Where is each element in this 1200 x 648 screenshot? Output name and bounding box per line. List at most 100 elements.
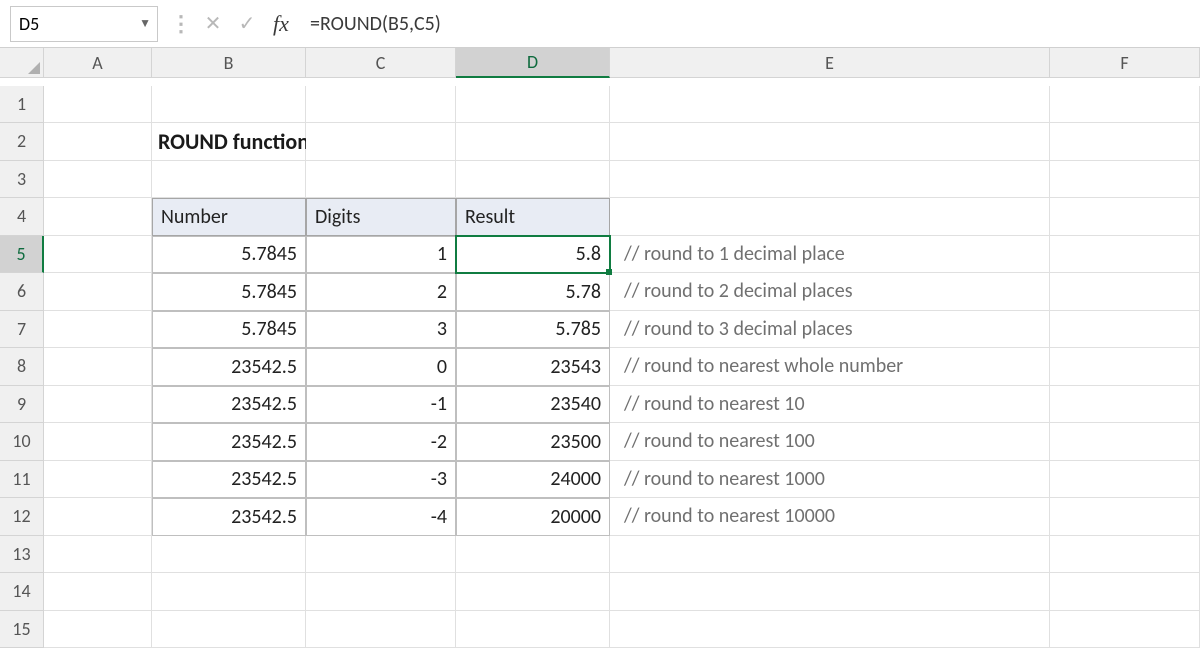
- cell-c5[interactable]: 1: [306, 236, 456, 274]
- cell-f6[interactable]: [1050, 273, 1200, 311]
- cell-f5[interactable]: [1050, 236, 1200, 274]
- chevron-down-icon[interactable]: ▼: [139, 16, 151, 31]
- spreadsheet-grid[interactable]: A B C D E F 1 2 ROUND function 3 4 Numbe…: [0, 48, 1200, 648]
- table-header-number[interactable]: Number: [152, 198, 306, 236]
- cell-a7[interactable]: [44, 311, 152, 349]
- cell-a12[interactable]: [44, 498, 152, 536]
- cell-c6[interactable]: 2: [306, 273, 456, 311]
- col-header-a[interactable]: A: [44, 48, 152, 78]
- cell-b1[interactable]: [152, 86, 306, 124]
- accept-icon[interactable]: ✓: [230, 11, 264, 36]
- row-header-1[interactable]: 1: [0, 86, 44, 124]
- col-header-b[interactable]: B: [152, 48, 306, 78]
- cell-d14[interactable]: [456, 573, 610, 611]
- cell-c15[interactable]: [306, 611, 456, 648]
- cell-e9[interactable]: // round to nearest 10: [610, 386, 1050, 424]
- cell-b7[interactable]: 5.7845: [152, 311, 306, 349]
- cell-a6[interactable]: [44, 273, 152, 311]
- cell-c13[interactable]: [306, 536, 456, 574]
- cell-e4[interactable]: [610, 198, 1050, 236]
- row-header-5[interactable]: 5: [0, 236, 44, 274]
- cell-f7[interactable]: [1050, 311, 1200, 349]
- cell-e13[interactable]: [610, 536, 1050, 574]
- cell-e1[interactable]: [610, 86, 1050, 124]
- cell-a4[interactable]: [44, 198, 152, 236]
- cell-e3[interactable]: [610, 161, 1050, 199]
- cell-c12[interactable]: -4: [306, 498, 456, 536]
- cell-e8[interactable]: // round to nearest whole number: [610, 348, 1050, 386]
- cancel-icon[interactable]: ✕: [196, 11, 230, 36]
- cell-d13[interactable]: [456, 536, 610, 574]
- cell-a10[interactable]: [44, 423, 152, 461]
- cell-e15[interactable]: [610, 611, 1050, 648]
- table-header-digits[interactable]: Digits: [306, 198, 456, 236]
- cell-b15[interactable]: [152, 611, 306, 648]
- row-header-12[interactable]: 12: [0, 498, 44, 536]
- cell-d2[interactable]: [456, 123, 610, 161]
- row-header-9[interactable]: 9: [0, 386, 44, 424]
- col-header-f[interactable]: F: [1050, 48, 1200, 78]
- cell-f3[interactable]: [1050, 161, 1200, 199]
- row-header-15[interactable]: 15: [0, 611, 44, 648]
- cell-d11[interactable]: 24000: [456, 461, 610, 499]
- cell-e7[interactable]: // round to 3 decimal places: [610, 311, 1050, 349]
- row-header-8[interactable]: 8: [0, 348, 44, 386]
- cell-b14[interactable]: [152, 573, 306, 611]
- cell-f1[interactable]: [1050, 86, 1200, 124]
- cell-f12[interactable]: [1050, 498, 1200, 536]
- cell-a15[interactable]: [44, 611, 152, 648]
- cell-c10[interactable]: -2: [306, 423, 456, 461]
- cell-b3[interactable]: [152, 161, 306, 199]
- cell-d15[interactable]: [456, 611, 610, 648]
- row-header-4[interactable]: 4: [0, 198, 44, 236]
- cell-b13[interactable]: [152, 536, 306, 574]
- cell-b11[interactable]: 23542.5: [152, 461, 306, 499]
- cell-c14[interactable]: [306, 573, 456, 611]
- cell-c7[interactable]: 3: [306, 311, 456, 349]
- cell-c3[interactable]: [306, 161, 456, 199]
- row-header-6[interactable]: 6: [0, 273, 44, 311]
- cell-b2-title[interactable]: ROUND function: [152, 123, 306, 161]
- cell-b6[interactable]: 5.7845: [152, 273, 306, 311]
- cell-e5[interactable]: // round to 1 decimal place: [610, 236, 1050, 274]
- cell-d5[interactable]: 5.8: [456, 236, 610, 274]
- cell-e12[interactable]: // round to nearest 10000: [610, 498, 1050, 536]
- cell-d9[interactable]: 23540: [456, 386, 610, 424]
- cell-a8[interactable]: [44, 348, 152, 386]
- cell-c8[interactable]: 0: [306, 348, 456, 386]
- row-header-11[interactable]: 11: [0, 461, 44, 499]
- col-header-c[interactable]: C: [306, 48, 456, 78]
- formula-input[interactable]: [298, 12, 1200, 36]
- cell-f10[interactable]: [1050, 423, 1200, 461]
- cell-c11[interactable]: -3: [306, 461, 456, 499]
- row-header-7[interactable]: 7: [0, 311, 44, 349]
- cell-b8[interactable]: 23542.5: [152, 348, 306, 386]
- row-header-10[interactable]: 10: [0, 423, 44, 461]
- row-header-2[interactable]: 2: [0, 123, 44, 161]
- cell-b10[interactable]: 23542.5: [152, 423, 306, 461]
- cell-c9[interactable]: -1: [306, 386, 456, 424]
- cell-e6[interactable]: // round to 2 decimal places: [610, 273, 1050, 311]
- row-header-13[interactable]: 13: [0, 536, 44, 574]
- cell-b12[interactable]: 23542.5: [152, 498, 306, 536]
- col-header-d[interactable]: D: [456, 48, 610, 78]
- cell-c2[interactable]: [306, 123, 456, 161]
- row-header-14[interactable]: 14: [0, 573, 44, 611]
- cell-b5[interactable]: 5.7845: [152, 236, 306, 274]
- cell-d12[interactable]: 20000: [456, 498, 610, 536]
- cell-f14[interactable]: [1050, 573, 1200, 611]
- cell-f11[interactable]: [1050, 461, 1200, 499]
- cell-a5[interactable]: [44, 236, 152, 274]
- col-header-e[interactable]: E: [610, 48, 1050, 78]
- cell-f2[interactable]: [1050, 123, 1200, 161]
- cell-a1[interactable]: [44, 86, 152, 124]
- cell-b9[interactable]: 23542.5: [152, 386, 306, 424]
- cell-e14[interactable]: [610, 573, 1050, 611]
- cell-a11[interactable]: [44, 461, 152, 499]
- select-all-corner[interactable]: [0, 48, 44, 78]
- cell-a14[interactable]: [44, 573, 152, 611]
- cell-e10[interactable]: // round to nearest 100: [610, 423, 1050, 461]
- cell-f9[interactable]: [1050, 386, 1200, 424]
- cell-a9[interactable]: [44, 386, 152, 424]
- row-header-3[interactable]: 3: [0, 161, 44, 199]
